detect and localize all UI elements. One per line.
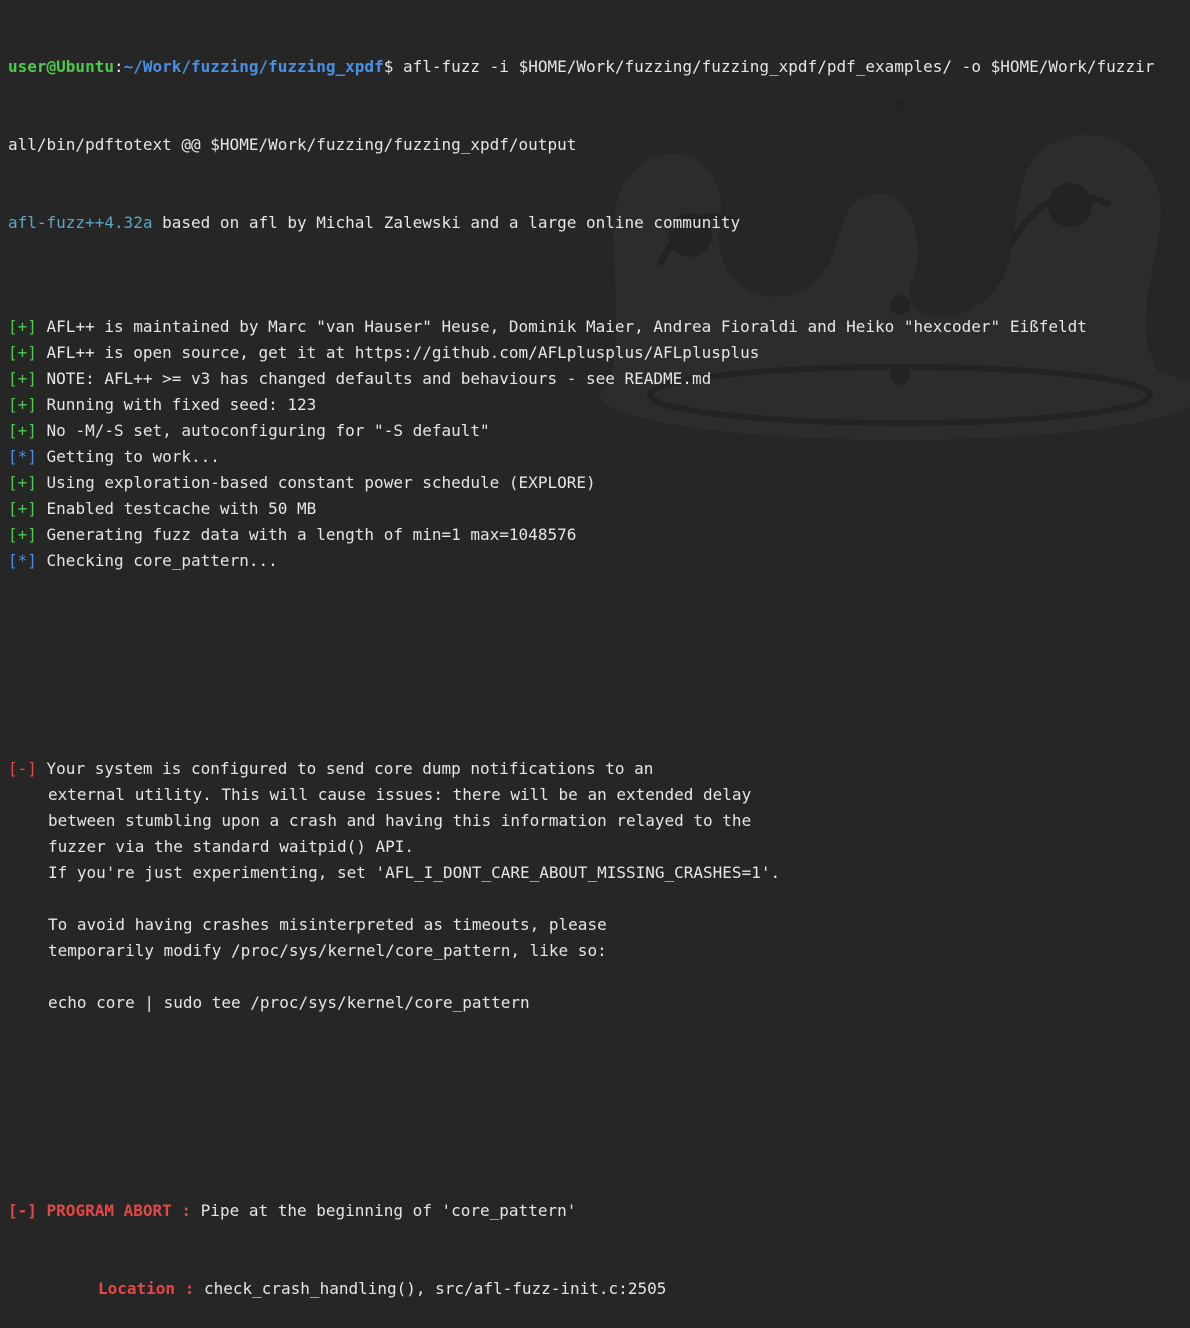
status-messages: [+] AFL++ is maintained by Marc "van Hau… (8, 314, 1190, 574)
status-message-line: [+] Generating fuzz data with a length o… (8, 522, 1190, 548)
location-line: Location : check_crash_handling(), src/a… (8, 1276, 1190, 1302)
ok-tag: [+] (8, 317, 37, 336)
ok-tag: [+] (8, 369, 37, 388)
ok-tag: [+] (8, 395, 37, 414)
location-label: Location : (98, 1279, 204, 1298)
location-text: check_crash_handling(), src/afl-fuzz-ini… (203, 1279, 667, 1298)
warning-text: If you're just experimenting, set 'AFL_I… (48, 863, 781, 882)
prompt-path: ~/Work/fuzzing/fuzzing_xpdf (123, 57, 384, 76)
warning-text: echo core | sudo tee /proc/sys/kernel/co… (48, 993, 530, 1012)
warning-text: Your system is configured to send core d… (36, 759, 654, 778)
message-text: Getting to work... (36, 447, 220, 466)
command-line-1: user@Ubuntu:~/Work/fuzzing/fuzzing_xpdf$… (8, 54, 1190, 80)
status-message-line: [+] No -M/-S set, autoconfiguring for "-… (8, 418, 1190, 444)
info-tag: [*] (8, 447, 37, 466)
banner-version: afl-fuzz++4.32a (8, 213, 153, 232)
status-message-line: [*] Checking core_pattern... (8, 548, 1190, 574)
warning-line: fuzzer via the standard waitpid() API. (8, 834, 1190, 860)
message-text: Checking core_pattern... (36, 551, 278, 570)
warning-line: To avoid having crashes misinterpreted a… (8, 912, 1190, 938)
command-text: afl-fuzz -i $HOME/Work/fuzzing/fuzzing_x… (393, 57, 1155, 76)
status-message-line: [+] Running with fixed seed: 123 (8, 392, 1190, 418)
banner-text: based on afl by Michal Zalewski and a la… (152, 213, 741, 232)
command-line-2: all/bin/pdftotext @@ $HOME/Work/fuzzing/… (8, 135, 577, 154)
status-message-line: [+] NOTE: AFL++ >= v3 has changed defaul… (8, 366, 1190, 392)
error-tag: [-] (8, 759, 37, 778)
ok-tag: [+] (8, 525, 37, 544)
message-text: Using exploration-based constant power s… (36, 473, 596, 492)
status-message-line: [+] Enabled testcache with 50 MB (8, 496, 1190, 522)
warning-text: To avoid having crashes misinterpreted a… (48, 915, 607, 934)
message-text: Generating fuzz data with a length of mi… (36, 525, 577, 544)
warning-text: external utility. This will cause issues… (48, 785, 752, 804)
warning-line: [-] Your system is configured to send co… (8, 756, 1190, 782)
prompt-user: user@Ubuntu (8, 57, 114, 76)
ok-tag: [+] (8, 343, 37, 362)
ok-tag: [+] (8, 499, 37, 518)
warning-line: between stumbling upon a crash and havin… (8, 808, 1190, 834)
core-pattern-warning: [-] Your system is configured to send co… (8, 756, 1190, 1016)
banner-line: afl-fuzz++4.32a based on afl by Michal Z… (8, 210, 1190, 236)
status-message-line: [+] AFL++ is maintained by Marc "van Hau… (8, 314, 1190, 340)
ok-tag: [+] (8, 473, 37, 492)
message-text: NOTE: AFL++ >= v3 has changed defaults a… (36, 369, 712, 388)
terminal-output[interactable]: user@Ubuntu:~/Work/fuzzing/fuzzing_xpdf$… (8, 2, 1190, 1328)
abort-line: [-] PROGRAM ABORT : Pipe at the beginnin… (8, 1198, 1190, 1224)
abort-tag: [-] (8, 1201, 37, 1220)
message-text: Enabled testcache with 50 MB (36, 499, 317, 518)
prompt-separator: : (113, 57, 124, 76)
warning-line (8, 964, 1190, 990)
message-text: AFL++ is maintained by Marc "van Hauser"… (36, 317, 1087, 336)
prompt-symbol: $ (383, 57, 394, 76)
abort-message: Pipe at the beginning of 'core_pattern' (200, 1201, 577, 1220)
warning-line: temporarily modify /proc/sys/kernel/core… (8, 938, 1190, 964)
status-message-line: [*] Getting to work... (8, 444, 1190, 470)
warning-line: echo core | sudo tee /proc/sys/kernel/co… (8, 990, 1190, 1016)
warning-line: external utility. This will cause issues… (8, 782, 1190, 808)
warning-line: If you're just experimenting, set 'AFL_I… (8, 860, 1190, 886)
status-message-line: [+] Using exploration-based constant pow… (8, 470, 1190, 496)
abort-label: PROGRAM ABORT : (36, 1201, 201, 1220)
warning-text: between stumbling upon a crash and havin… (48, 811, 752, 830)
ok-tag: [+] (8, 421, 37, 440)
message-text: Running with fixed seed: 123 (36, 395, 317, 414)
message-text: No -M/-S set, autoconfiguring for "-S de… (36, 421, 490, 440)
warning-text: fuzzer via the standard waitpid() API. (48, 837, 415, 856)
info-tag: [*] (8, 551, 37, 570)
warning-text: temporarily modify /proc/sys/kernel/core… (48, 941, 607, 960)
status-message-line: [+] AFL++ is open source, get it at http… (8, 340, 1190, 366)
message-text: AFL++ is open source, get it at https://… (36, 343, 760, 362)
warning-line (8, 886, 1190, 912)
